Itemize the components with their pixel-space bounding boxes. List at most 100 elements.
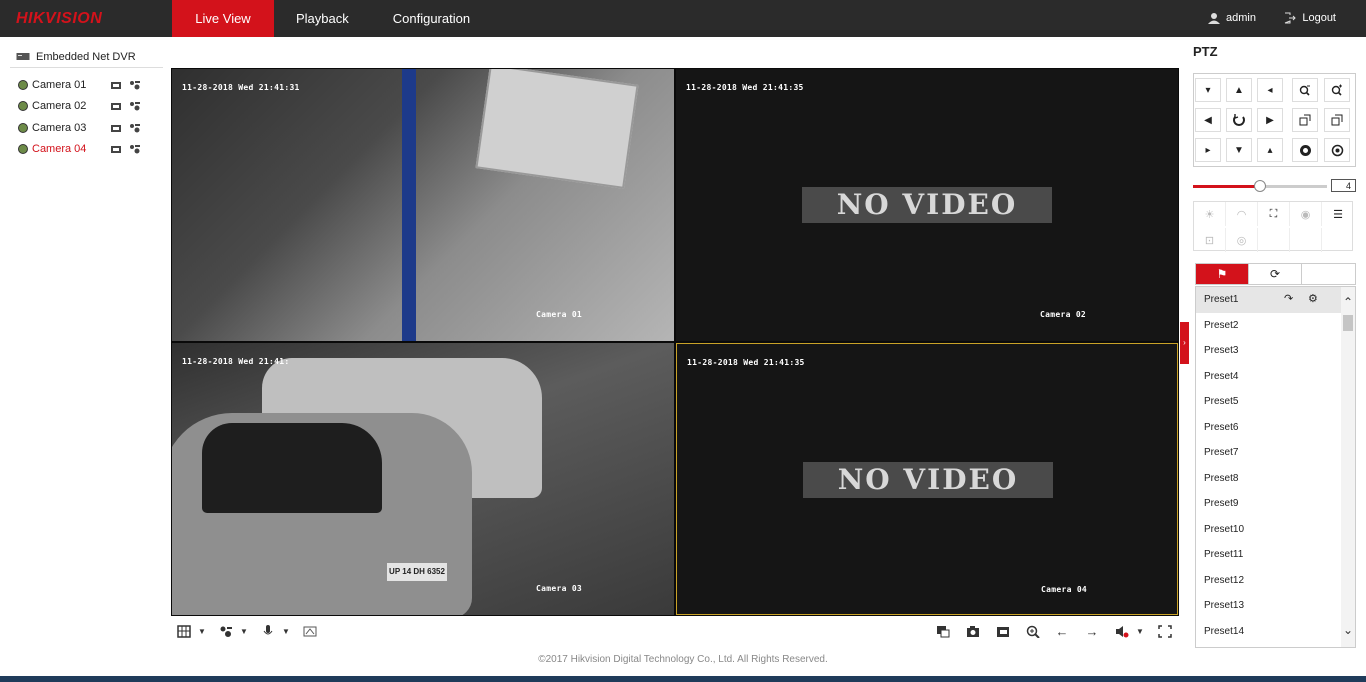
iris-open-button[interactable] [1292, 138, 1318, 162]
ptz-control-pad: ▾ ▲ ◂ ◀ ▶ ▸ ▼ ▴ [1193, 73, 1356, 167]
microphone-icon[interactable] [261, 625, 275, 638]
focus-far-button[interactable] [1324, 108, 1350, 132]
os-taskbar [0, 676, 1366, 682]
window-layout-icon[interactable] [177, 625, 191, 638]
ptz-info-icon[interactable] [129, 101, 141, 111]
hikvision-logo: HIKVISION [16, 10, 103, 27]
preset-item[interactable]: Preset8 [1196, 466, 1355, 492]
3d-zoom-button[interactable]: ◎ [1226, 228, 1258, 252]
lens-init-button[interactable]: ◉ [1290, 202, 1322, 226]
tree-camera-02[interactable]: Camera 02 [10, 96, 163, 118]
record-icon[interactable] [996, 625, 1010, 638]
osd-timestamp: 11-28-2018 Wed 21:41:35 [686, 83, 804, 92]
call-preset-icon[interactable]: ↷ [1284, 287, 1293, 313]
video-cell-camera-04[interactable]: 11-28-2018 Wed 21:41:35 NO VIDEO Camera … [676, 343, 1178, 615]
preset-item[interactable]: Preset6 [1196, 415, 1355, 441]
video-cell-camera-03[interactable]: UP 14 DH 6352 11-28-2018 Wed 21:41: Came… [172, 343, 674, 615]
ptz-up-button[interactable]: ▲ [1226, 78, 1252, 102]
ptz-down-left-button[interactable]: ▸ [1195, 138, 1221, 162]
preset-item[interactable]: Preset14 [1196, 619, 1355, 645]
preset-item[interactable]: Preset12 [1196, 568, 1355, 594]
preset-item[interactable]: Preset11 [1196, 542, 1355, 568]
speed-slider-fill [1193, 185, 1260, 188]
record-icon[interactable] [110, 144, 122, 154]
stream-type-icon[interactable] [219, 625, 233, 638]
chevron-up-icon[interactable]: ⌃ [1343, 295, 1353, 309]
ptz-down-button[interactable]: ▼ [1226, 138, 1252, 162]
chevron-down-icon[interactable]: ▼ [1133, 625, 1147, 638]
zoom-out-button[interactable] [1292, 78, 1318, 102]
ptz-down-right-button[interactable]: ▴ [1257, 138, 1283, 162]
record-icon[interactable] [110, 101, 122, 111]
all-cameras-icon[interactable] [303, 625, 317, 638]
preset-item[interactable]: Preset4 [1196, 364, 1355, 390]
manual-track-button[interactable]: ⊡ [1194, 228, 1226, 252]
fullscreen-icon[interactable] [1158, 625, 1172, 638]
record-icon[interactable] [110, 123, 122, 133]
panel-collapse-handle[interactable]: › [1180, 322, 1189, 364]
speed-slider-handle[interactable] [1254, 180, 1266, 192]
iris-close-button[interactable] [1324, 138, 1350, 162]
arrow-right-icon[interactable]: → [1085, 625, 1099, 638]
zoom-in-button[interactable] [1324, 78, 1350, 102]
chevron-down-icon[interactable]: ▼ [279, 625, 293, 638]
wiper-button[interactable]: ◠ [1226, 202, 1258, 226]
preset-item[interactable]: Preset7 [1196, 440, 1355, 466]
volume-muted-icon[interactable] [1115, 625, 1129, 638]
focus-far-icon [1331, 114, 1343, 126]
preset-item[interactable]: Preset3 [1196, 338, 1355, 364]
tab-presets[interactable]: ⚑ [1196, 264, 1249, 284]
camera-label: Camera 01 [32, 78, 87, 91]
ptz-info-icon[interactable] [129, 123, 141, 133]
digital-zoom-icon[interactable] [1026, 625, 1040, 638]
ptz-speed-slider[interactable] [1193, 180, 1327, 192]
manual-track-icon: ⊡ [1204, 234, 1215, 247]
auto-pan-button[interactable] [1226, 108, 1252, 132]
arrow-left-icon[interactable]: ← [1055, 625, 1069, 638]
ptz-up-right-button[interactable]: ◂ [1257, 78, 1283, 102]
focus-near-button[interactable] [1292, 108, 1318, 132]
preset-list: Preset1 ↷ ⚙ Preset2 Preset3 Preset4 Pres… [1195, 286, 1356, 648]
ptz-info-icon[interactable] [129, 80, 141, 90]
user-menu[interactable]: admin [1208, 12, 1256, 24]
tab-configuration[interactable]: Configuration [371, 0, 492, 37]
ptz-right-button[interactable]: ▶ [1257, 108, 1283, 132]
ptz-up-left-button[interactable]: ▾ [1195, 78, 1221, 102]
chevron-down-icon[interactable]: ▼ [195, 625, 209, 638]
camera-icon [18, 122, 28, 133]
refresh-icon: ⟳ [1269, 267, 1281, 281]
preset-item[interactable]: Preset5 [1196, 389, 1355, 415]
chevron-down-icon[interactable]: ▼ [237, 625, 251, 638]
preset-item[interactable]: Preset10 [1196, 517, 1355, 543]
record-icon[interactable] [110, 80, 122, 90]
video-cell-camera-02[interactable]: 11-28-2018 Wed 21:41:35 NO VIDEO Camera … [676, 69, 1178, 341]
tab-pattern[interactable] [1302, 264, 1355, 284]
preset-scrollbar[interactable]: ⌃ ⌄ [1341, 287, 1355, 647]
logout-button[interactable]: Logout [1284, 12, 1336, 24]
chevron-down-icon[interactable]: ⌄ [1343, 623, 1353, 637]
video-cell-camera-01[interactable]: 11-28-2018 Wed 21:41:31 Camera 01 [172, 69, 674, 341]
aux-empty-2 [1290, 228, 1322, 252]
preset-item[interactable]: Preset2 [1196, 313, 1355, 339]
preset-item[interactable]: Preset1 ↷ ⚙ [1196, 287, 1355, 313]
tree-camera-03[interactable]: Camera 03 [10, 117, 163, 139]
preset-item[interactable]: Preset9 [1196, 491, 1355, 517]
ptz-info-icon[interactable] [129, 144, 141, 154]
flag-icon: ⚑ [1216, 267, 1228, 281]
focus-near-icon [1299, 114, 1311, 126]
tab-live-view[interactable]: Live View [172, 0, 274, 37]
tab-patrols[interactable]: ⟳ [1249, 264, 1302, 284]
stop-all-live-icon[interactable] [936, 625, 950, 638]
scrollbar-thumb[interactable] [1343, 315, 1353, 331]
gear-icon[interactable]: ⚙ [1308, 287, 1318, 313]
tree-camera-01[interactable]: Camera 01 [10, 74, 163, 96]
capture-icon[interactable] [966, 625, 980, 638]
one-touch-focus-button[interactable]: ⛶ [1258, 202, 1290, 226]
tree-root-dvr[interactable]: Embedded Net DVR [10, 46, 163, 68]
tab-playback[interactable]: Playback [274, 0, 371, 37]
ptz-left-button[interactable]: ◀ [1195, 108, 1221, 132]
preset-item[interactable]: Preset13 [1196, 593, 1355, 619]
tree-camera-04[interactable]: Camera 04 [10, 139, 163, 161]
more-menu-button[interactable]: ☰ [1322, 202, 1354, 226]
light-button[interactable]: ☀ [1194, 202, 1226, 226]
